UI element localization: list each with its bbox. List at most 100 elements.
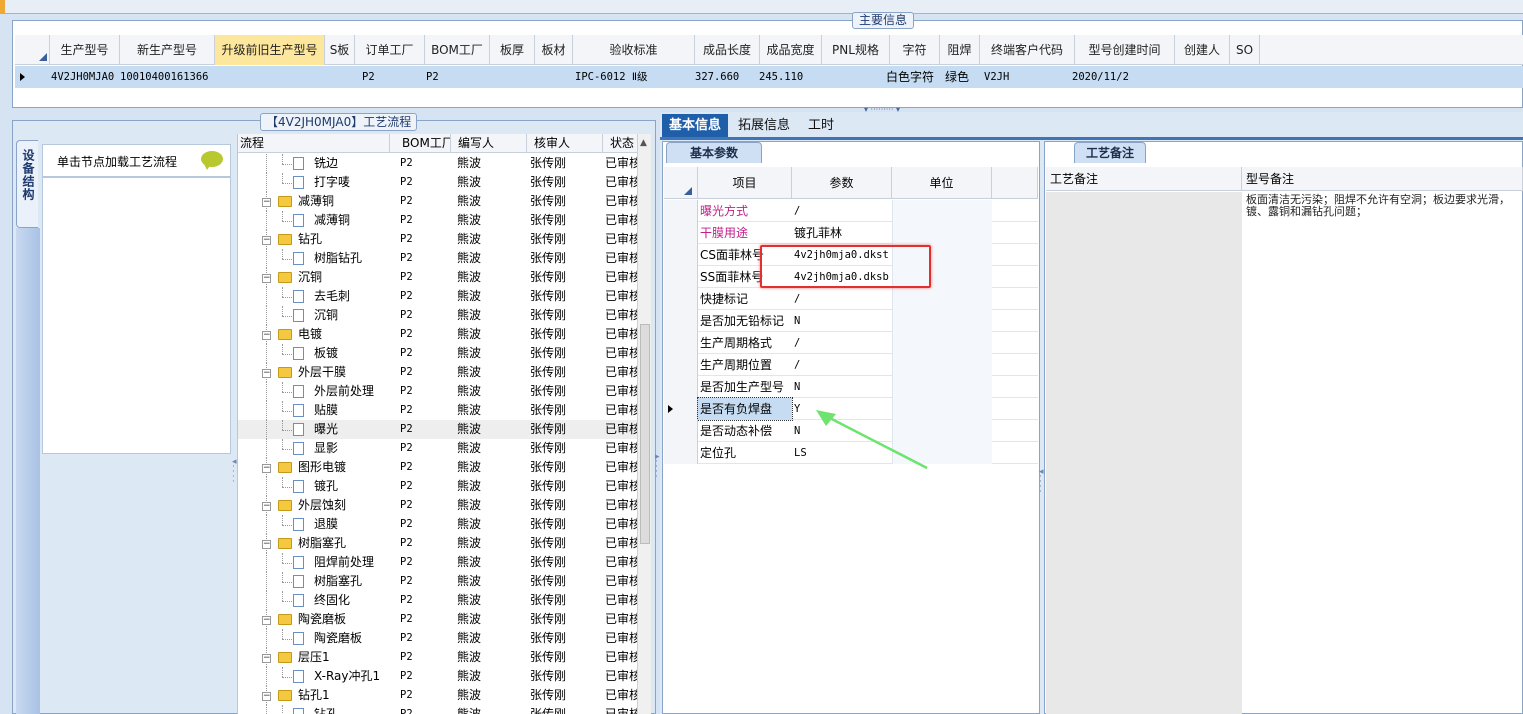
- tree-row[interactable]: − 钻孔1 P2 熊波 张传刚 已审核: [238, 686, 638, 705]
- param-unit[interactable]: [892, 310, 992, 332]
- tree-column-header[interactable]: 流程: [240, 134, 390, 153]
- column-header[interactable]: 成品宽度: [760, 35, 822, 65]
- tree-column-header[interactable]: 状态: [604, 134, 638, 153]
- node-tree-area[interactable]: [42, 177, 231, 454]
- column-header[interactable]: 订单工厂: [355, 35, 425, 65]
- tree-row[interactable]: 外层前处理 P2 熊波 张传刚 已审核: [238, 382, 638, 401]
- tree-row[interactable]: − 树脂塞孔 P2 熊波 张传刚 已审核: [238, 534, 638, 553]
- column-header[interactable]: 型号创建时间: [1075, 35, 1175, 65]
- param-unit[interactable]: [892, 222, 992, 244]
- tree-row[interactable]: 打字唛 P2 熊波 张传刚 已审核: [238, 173, 638, 192]
- tree-row[interactable]: − 外层蚀刻 P2 熊波 张传刚 已审核: [238, 496, 638, 515]
- column-header[interactable]: SO: [1230, 35, 1260, 65]
- collapse-icon[interactable]: −: [262, 502, 271, 511]
- tree-row[interactable]: − 层压1 P2 熊波 张传刚 已审核: [238, 648, 638, 667]
- param-value[interactable]: /: [792, 288, 892, 310]
- model-remark-text[interactable]: 板面清洁无污染；阻焊不允许有空洞；板边要求光滑，镀、露铜和漏钻孔问题；: [1246, 194, 1523, 218]
- equipment-structure-tab[interactable]: 设备结构: [16, 140, 38, 228]
- column-header[interactable]: 终端客户代码: [980, 35, 1075, 65]
- collapse-icon[interactable]: −: [262, 540, 271, 549]
- tree-column-header[interactable]: BOM工厂: [396, 134, 451, 153]
- collapse-icon[interactable]: −: [262, 198, 271, 207]
- tree-column-header[interactable]: 核审人: [528, 134, 603, 153]
- collapse-icon[interactable]: −: [262, 274, 271, 283]
- collapse-icon[interactable]: −: [262, 369, 271, 378]
- tree-column-header[interactable]: 编写人: [452, 134, 527, 153]
- param-row[interactable]: 生产周期位置 /: [664, 354, 1038, 376]
- tree-row[interactable]: 钻孔 P2 熊波 张传刚 已审核: [238, 705, 638, 714]
- tree-row[interactable]: − 钻孔 P2 熊波 张传刚 已审核: [238, 230, 638, 249]
- param-unit[interactable]: [892, 376, 992, 398]
- process-tree-scrollbar[interactable]: ▲: [637, 134, 651, 714]
- param-row[interactable]: 快捷标记 /: [664, 288, 1038, 310]
- param-column-header[interactable]: [664, 167, 698, 199]
- tree-row[interactable]: − 电镀 P2 熊波 张传刚 已审核: [238, 325, 638, 344]
- param-value[interactable]: /: [792, 332, 892, 354]
- param-value[interactable]: 镀孔菲林: [792, 222, 892, 244]
- param-value[interactable]: /: [792, 200, 892, 222]
- tree-row[interactable]: X-Ray冲孔1 P2 熊波 张传刚 已审核: [238, 667, 638, 686]
- collapse-icon[interactable]: −: [262, 692, 271, 701]
- collapse-icon[interactable]: −: [262, 616, 271, 625]
- tree-row[interactable]: 陶瓷磨板 P2 熊波 张传刚 已审核: [238, 629, 638, 648]
- tree-row[interactable]: − 图形电镀 P2 熊波 张传刚 已审核: [238, 458, 638, 477]
- scroll-up-icon[interactable]: ▲: [640, 138, 647, 148]
- tree-row[interactable]: − 沉铜 P2 熊波 张传刚 已审核: [238, 268, 638, 287]
- column-header[interactable]: 新生产型号: [120, 35, 215, 65]
- tree-row[interactable]: 铣边 P2 熊波 张传刚 已审核: [238, 154, 638, 173]
- param-row[interactable]: 是否加生产型号 N: [664, 376, 1038, 398]
- tree-row[interactable]: 镀孔 P2 熊波 张传刚 已审核: [238, 477, 638, 496]
- param-unit[interactable]: [892, 288, 992, 310]
- tab-hours[interactable]: 工时: [801, 114, 841, 137]
- param-row[interactable]: 是否加无铅标记 N: [664, 310, 1038, 332]
- main-info-row[interactable]: 4V2JH0MJA0 10010400161366 P2 P2 IPC-6012 Ⅱ级 3…: [15, 66, 1523, 88]
- param-value[interactable]: N: [792, 310, 892, 332]
- column-header[interactable]: 字符: [890, 35, 940, 65]
- column-header[interactable]: 板材: [535, 35, 573, 65]
- param-value[interactable]: N: [792, 376, 892, 398]
- tree-row[interactable]: 终固化 P2 熊波 张传刚 已审核: [238, 591, 638, 610]
- tree-row[interactable]: − 陶瓷磨板 P2 熊波 张传刚 已审核: [238, 610, 638, 629]
- column-header[interactable]: 创建人: [1175, 35, 1230, 65]
- tree-row[interactable]: 退膜 P2 熊波 张传刚 已审核: [238, 515, 638, 534]
- tree-row[interactable]: 贴膜 P2 熊波 张传刚 已审核: [238, 401, 638, 420]
- tree-row[interactable]: 沉铜 P2 熊波 张传刚 已审核: [238, 306, 638, 325]
- column-header[interactable]: 阻焊: [940, 35, 980, 65]
- tree-row[interactable]: 减薄铜 P2 熊波 张传刚 已审核: [238, 211, 638, 230]
- left-splitter-grip[interactable]: ◂ · · · ·: [232, 458, 237, 490]
- param-column-header[interactable]: 参数: [792, 167, 892, 199]
- tree-row[interactable]: 阻焊前处理 P2 熊波 张传刚 已审核: [238, 553, 638, 572]
- column-header[interactable]: 验收标准: [573, 35, 695, 65]
- tree-row[interactable]: 去毛刺 P2 熊波 张传刚 已审核: [238, 287, 638, 306]
- collapse-icon[interactable]: −: [262, 236, 271, 245]
- process-remark-field[interactable]: [1046, 192, 1242, 714]
- param-unit[interactable]: [892, 332, 992, 354]
- collapse-icon[interactable]: −: [262, 464, 271, 473]
- column-header[interactable]: BOM工厂: [425, 35, 490, 65]
- collapse-icon[interactable]: −: [262, 654, 271, 663]
- tree-row[interactable]: 树脂塞孔 P2 熊波 张传刚 已审核: [238, 572, 638, 591]
- tree-row[interactable]: 板镀 P2 熊波 张传刚 已审核: [238, 344, 638, 363]
- param-column-header[interactable]: 单位: [892, 167, 992, 199]
- tree-row[interactable]: 曝光 P2 熊波 张传刚 已审核: [238, 420, 638, 439]
- tree-row[interactable]: 显影 P2 熊波 张传刚 已审核: [238, 439, 638, 458]
- tree-row[interactable]: − 减薄铜 P2 熊波 张传刚 已审核: [238, 192, 638, 211]
- param-unit[interactable]: [892, 200, 992, 222]
- param-row[interactable]: 曝光方式 /: [664, 200, 1038, 222]
- tree-row[interactable]: − 外层干膜 P2 熊波 张传刚 已审核: [238, 363, 638, 382]
- column-header[interactable]: [15, 35, 50, 65]
- mid-splitter-grip[interactable]: ▸ · · · ·: [655, 453, 660, 485]
- param-column-header[interactable]: 项目: [698, 167, 792, 199]
- param-value[interactable]: /: [792, 354, 892, 376]
- scroll-thumb[interactable]: [640, 324, 650, 544]
- column-header[interactable]: S板: [325, 35, 355, 65]
- column-header[interactable]: 成品长度: [695, 35, 760, 65]
- column-header[interactable]: 升级前旧生产型号: [215, 35, 325, 65]
- tab-extended[interactable]: 拓展信息: [731, 114, 797, 137]
- column-header[interactable]: 生产型号: [50, 35, 120, 65]
- column-header[interactable]: PNL规格: [822, 35, 890, 65]
- param-unit[interactable]: [892, 354, 992, 376]
- collapse-icon[interactable]: −: [262, 331, 271, 340]
- right-splitter-grip[interactable]: ◂ · · · ·: [1039, 468, 1044, 500]
- tab-basic[interactable]: 基本信息: [662, 114, 729, 137]
